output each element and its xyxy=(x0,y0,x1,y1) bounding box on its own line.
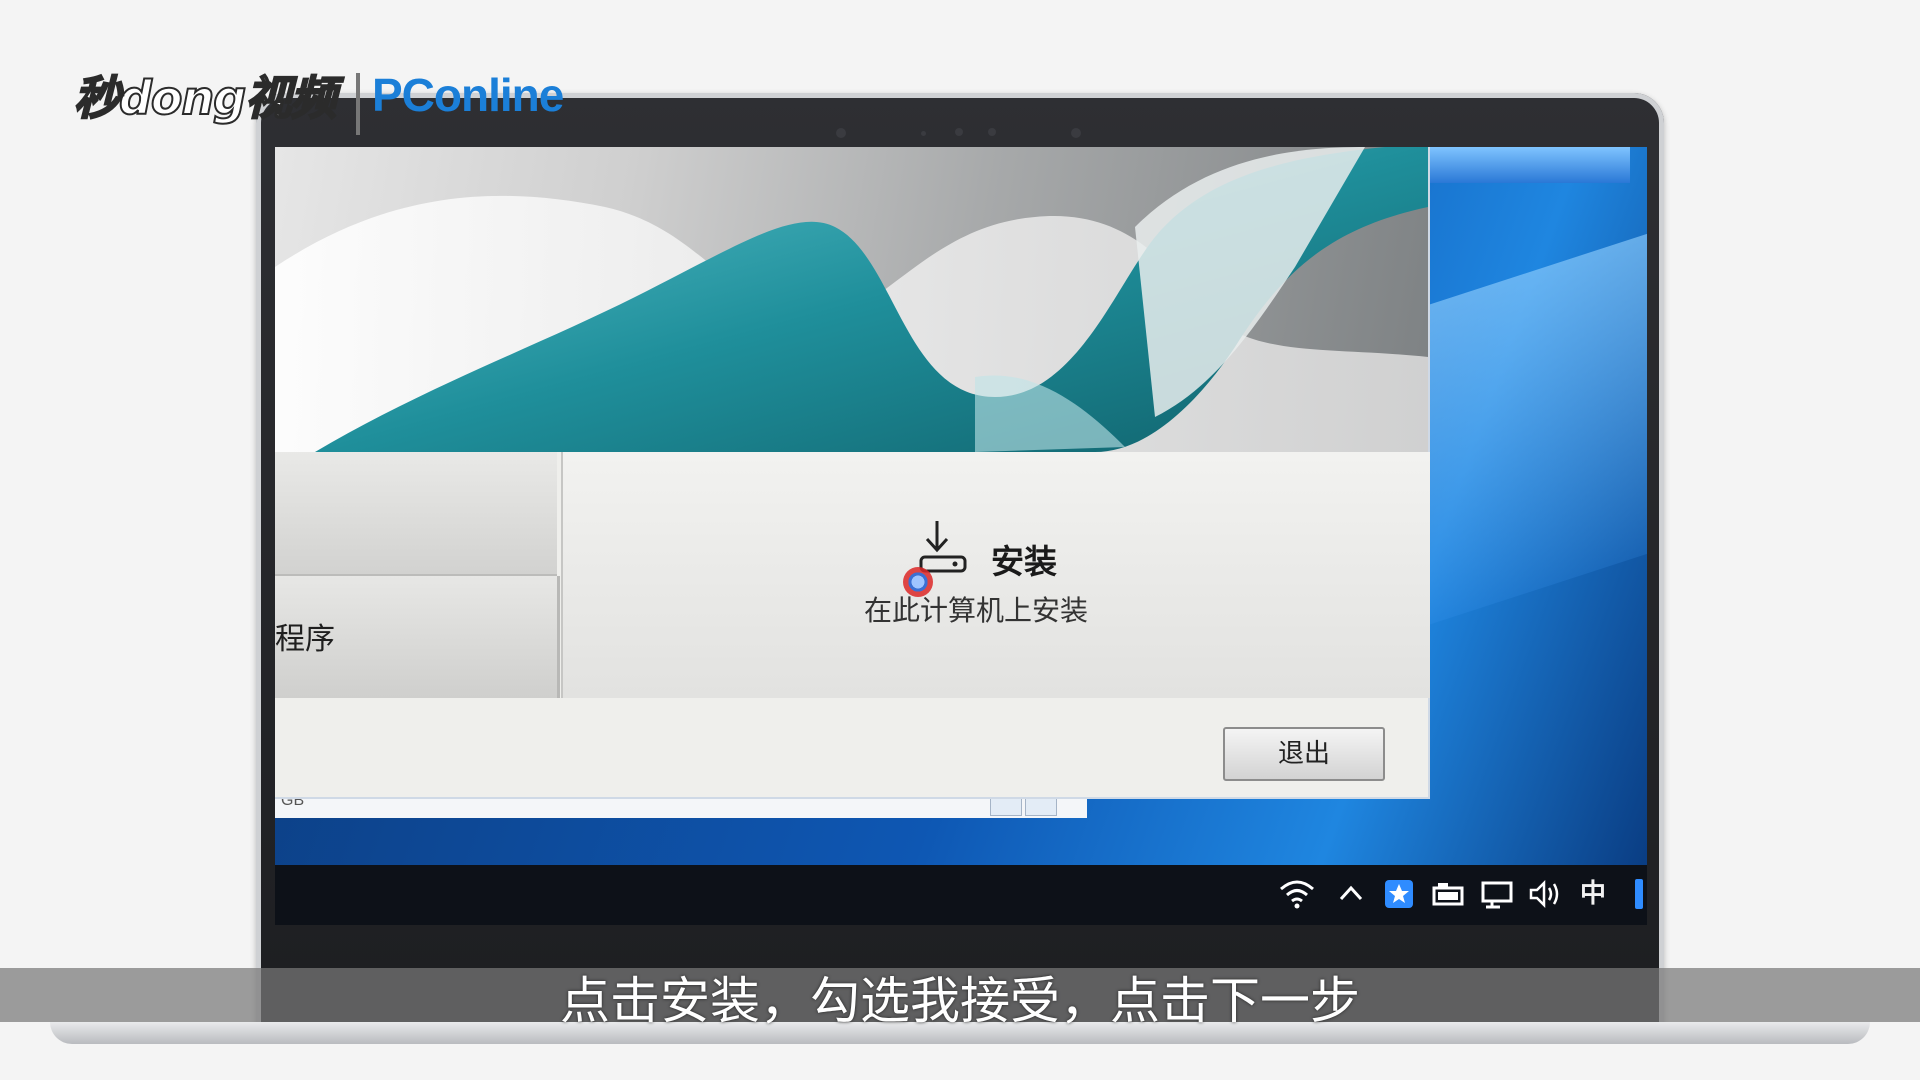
video-logo: 秒dong视频 xyxy=(73,70,337,126)
background-window-titlebar xyxy=(1430,147,1630,183)
camera-dot xyxy=(955,128,963,136)
option-label: 程序 xyxy=(275,622,335,657)
option-button-2[interactable]: 程序 xyxy=(275,576,560,698)
logo-divider xyxy=(356,73,360,135)
camera-dot xyxy=(836,128,846,138)
option-button-1[interactable] xyxy=(275,452,557,576)
installer-banner xyxy=(275,147,1428,452)
network-icon[interactable] xyxy=(1480,879,1514,909)
wifi-icon[interactable] xyxy=(1277,879,1317,909)
chevron-up-icon[interactable] xyxy=(1338,879,1364,909)
app-star-icon[interactable] xyxy=(1384,879,1414,909)
camera-dot xyxy=(921,131,926,136)
laptop-screen: GB 程序 安装 在此计算机上安装 退出 中 xyxy=(275,147,1647,925)
installer-dialog: 程序 安装 在此计算机上安装 退出 xyxy=(275,147,1430,799)
install-download-icon xyxy=(919,521,967,573)
exit-button[interactable]: 退出 xyxy=(1223,727,1385,781)
notification-edge xyxy=(1635,879,1643,909)
wallpaper-light-beam xyxy=(1425,228,1647,626)
camera-dot xyxy=(988,128,996,136)
click-cursor-indicator xyxy=(903,567,933,597)
volume-icon[interactable] xyxy=(1528,879,1564,909)
subtitle-caption: 点击安装，勾选我接受，点击下一步 xyxy=(560,972,1360,1030)
install-subtitle: 在此计算机上安装 xyxy=(864,594,1089,627)
ime-indicator[interactable]: 中 xyxy=(1578,879,1608,909)
camera-dot xyxy=(1071,128,1081,138)
pconline-logo: PConline xyxy=(372,69,564,121)
install-title: 安装 xyxy=(991,542,1057,581)
ribbon-graphic xyxy=(275,147,1428,452)
battery-icon[interactable] xyxy=(1432,879,1466,909)
